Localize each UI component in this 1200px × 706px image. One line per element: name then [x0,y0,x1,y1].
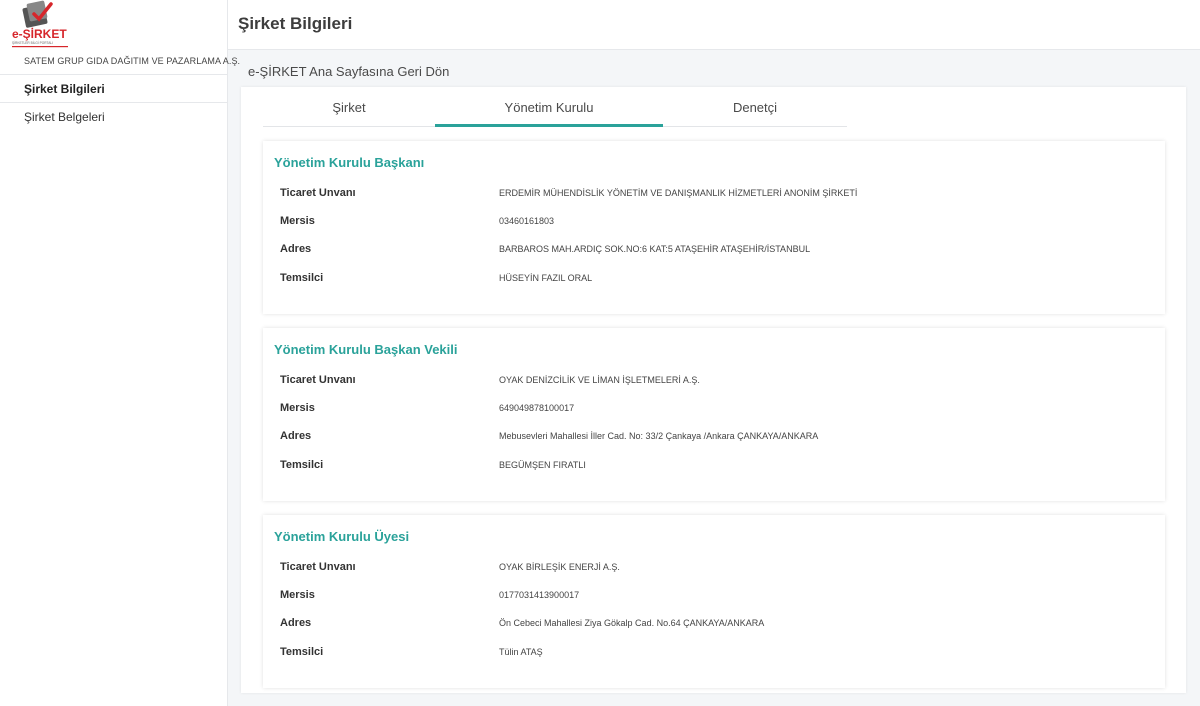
active-tab-indicator [435,124,663,127]
row-label: Adres [280,430,312,442]
sidebar-item-sirket-belgeleri[interactable]: Şirket Belgeleri [0,102,227,130]
info-row-temsilci: Temsilci BEGÜMŞEN FIRATLI [280,457,1140,477]
section-yonetim-kurulu-baskan-vekili: Yönetim Kurulu Başkan Vekili Ticaret Unv… [263,328,1165,501]
row-value: BEGÜMŞEN FIRATLI [499,460,586,470]
back-to-home-link[interactable]: e-ŞİRKET Ana Sayfasına Geri Dön [248,64,449,79]
section-yonetim-kurulu-baskani: Yönetim Kurulu Başkanı Ticaret Unvanı ER… [263,141,1165,314]
tab-yonetim-kurulu[interactable]: Yönetim Kurulu [435,100,663,115]
logo-icon: e-ŞİRKET ŞİRKETLER BİLGİ PORTALI [12,0,68,48]
row-label: Mersis [280,402,315,414]
row-label: Temsilci [280,646,324,658]
row-label: Mersis [280,215,315,227]
row-value: ERDEMİR MÜHENDİSLİK YÖNETİM VE DANIŞMANL… [499,188,858,198]
info-row-temsilci: Temsilci Tülin ATAŞ [280,644,1140,664]
tab-bar: Şirket Yönetim Kurulu Denetçi [263,87,847,127]
row-value: OYAK DENİZCİLİK VE LİMAN İŞLETMELERİ A.Ş… [499,375,700,385]
row-value: 0177031413900017 [499,590,580,600]
row-value: 649049878100017 [499,403,575,413]
row-label: Temsilci [280,272,324,284]
row-value: Ön Cebeci Mahallesi Ziya Gökalp Cad. No.… [499,618,765,628]
section-title: Yönetim Kurulu Başkan Vekili [274,342,458,357]
info-row-adres: Adres Ön Cebeci Mahallesi Ziya Gökalp Ca… [280,615,1140,635]
info-row-adres: Adres Mebusevleri Mahallesi İller Cad. N… [280,428,1140,448]
row-label: Adres [280,617,312,629]
info-row-temsilci: Temsilci HÜSEYİN FAZIL ORAL [280,270,1140,290]
section-title: Yönetim Kurulu Üyesi [274,529,410,544]
row-label: Ticaret Unvanı [280,561,356,573]
info-row-ticaret-unvani: Ticaret Unvanı ERDEMİR MÜHENDİSLİK YÖNET… [280,185,1140,205]
row-label: Temsilci [280,459,324,471]
sidebar-item-sirket-bilgileri[interactable]: Şirket Bilgileri [0,74,227,102]
row-value: 03460161803 [499,216,555,226]
row-value: Mebusevleri Mahallesi İller Cad. No: 33/… [499,431,819,441]
info-row-adres: Adres BARBAROS MAH.ARDIÇ SOK.NO:6 KAT:5 … [280,241,1140,261]
row-value: BARBAROS MAH.ARDIÇ SOK.NO:6 KAT:5 ATAŞEH… [499,244,811,254]
info-row-mersis: Mersis 649049878100017 [280,400,1140,420]
row-label: Ticaret Unvanı [280,374,356,386]
row-label: Mersis [280,589,315,601]
content-card: Şirket Yönetim Kurulu Denetçi Yönetim Ku… [241,87,1186,693]
tab-sirket[interactable]: Şirket [263,100,435,115]
info-row-ticaret-unvani: Ticaret Unvanı OYAK DENİZCİLİK VE LİMAN … [280,372,1140,392]
row-label: Adres [280,243,312,255]
row-value: OYAK BİRLEŞİK ENERJİ A.Ş. [499,562,620,572]
info-row-mersis: Mersis 03460161803 [280,213,1140,233]
e-sirket-logo[interactable]: e-ŞİRKET ŞİRKETLER BİLGİ PORTALI [10,0,72,50]
svg-text:e-ŞİRKET: e-ŞİRKET [12,26,67,41]
page-title: Şirket Bilgileri [238,14,353,33]
row-value: HÜSEYİN FAZIL ORAL [499,273,593,283]
sidebar-nav: Şirket Bilgileri Şirket Belgeleri [0,74,227,130]
info-row-mersis: Mersis 0177031413900017 [280,587,1140,607]
info-row-ticaret-unvani: Ticaret Unvanı OYAK BİRLEŞİK ENERJİ A.Ş. [280,559,1140,579]
company-name: SATEM GRUP GIDA DAĞITIM VE PAZARLAMA A.Ş… [24,56,241,66]
tab-denetci[interactable]: Denetçi [663,100,847,115]
section-title: Yönetim Kurulu Başkanı [274,155,425,170]
section-yonetim-kurulu-uyesi: Yönetim Kurulu Üyesi Ticaret Unvanı OYAK… [263,515,1165,688]
row-label: Ticaret Unvanı [280,187,356,199]
sidebar: e-ŞİRKET ŞİRKETLER BİLGİ PORTALI SATEM G… [0,0,240,706]
topbar: Şirket Bilgileri [228,0,1200,50]
svg-text:ŞİRKETLER BİLGİ PORTALI: ŞİRKETLER BİLGİ PORTALI [12,40,53,45]
row-value: Tülin ATAŞ [499,647,543,657]
